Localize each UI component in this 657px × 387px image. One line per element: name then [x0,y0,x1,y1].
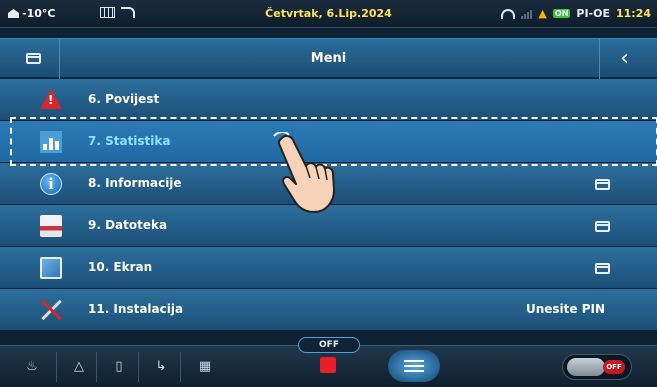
clock: 11:24 [615,7,651,20]
power-toggle[interactable]: OFF [562,354,632,380]
divider [56,352,57,382]
faucet-icon[interactable]: ↳ [146,354,176,380]
menu-item-label: 11. Instalacija [88,302,184,316]
status-bar: -10°C Četvrtak, 6.Lip.2024 ▲ ON PI-OE 11… [0,0,657,28]
tools-icon [40,299,62,321]
folder-icon [595,221,610,232]
folder-icon [595,263,610,274]
file-icon [40,215,62,237]
menu-item-ekran[interactable]: 10. Ekran [0,247,657,289]
mode-label: PI-OE [576,7,610,20]
menu-item-datoteka[interactable]: 9. Datoteka [0,205,657,247]
menu-item-label: 10. Ekran [88,260,153,274]
flame-icon: ▲ [538,7,547,20]
boiler-icon[interactable]: ▯ [104,354,134,380]
on-badge: ON [552,9,571,18]
page-title: Meni [310,51,347,66]
burner-icon[interactable]: △ [64,354,94,380]
toggle-knob [567,358,605,376]
radiator-icon[interactable]: ▦ [190,354,220,380]
menu-item-label: 7. Statistika [88,134,171,148]
title-bar: Meni ‹ [0,38,657,79]
statistics-icon [40,131,62,153]
menu-item-informacije[interactable]: i 8. Informacije [0,163,657,205]
back-button[interactable]: ‹ [599,39,649,79]
menu-item-instalacija[interactable]: 11. Instalacija Unesite PIN [0,289,657,331]
menu-item-label: 6. Povijest [88,92,160,106]
divider [96,352,97,382]
heating-mode-icon[interactable]: ♨ [12,354,52,380]
menu-item-label: 9. Datoteka [88,218,168,232]
menu-item-statistika[interactable]: 7. Statistika [0,121,657,163]
off-label: OFF [298,337,360,353]
warning-icon [40,89,62,111]
wifi-icon [501,8,516,19]
menu-button[interactable] [388,350,440,382]
signal-icon [521,9,533,19]
pin-prompt: Unesite PIN [525,302,605,316]
menu-item-povijest[interactable]: 6. Povijest [0,79,657,121]
divider [180,352,181,382]
status-right: ▲ ON PI-OE 11:24 [501,7,651,20]
info-icon: i [40,173,62,195]
divider [138,352,139,382]
folder-icon [595,179,610,190]
menu-item-label: 8. Informacije [88,176,182,190]
monitor-icon [40,257,62,279]
stop-button[interactable] [320,357,336,373]
toggle-off-label: OFF [603,360,625,374]
